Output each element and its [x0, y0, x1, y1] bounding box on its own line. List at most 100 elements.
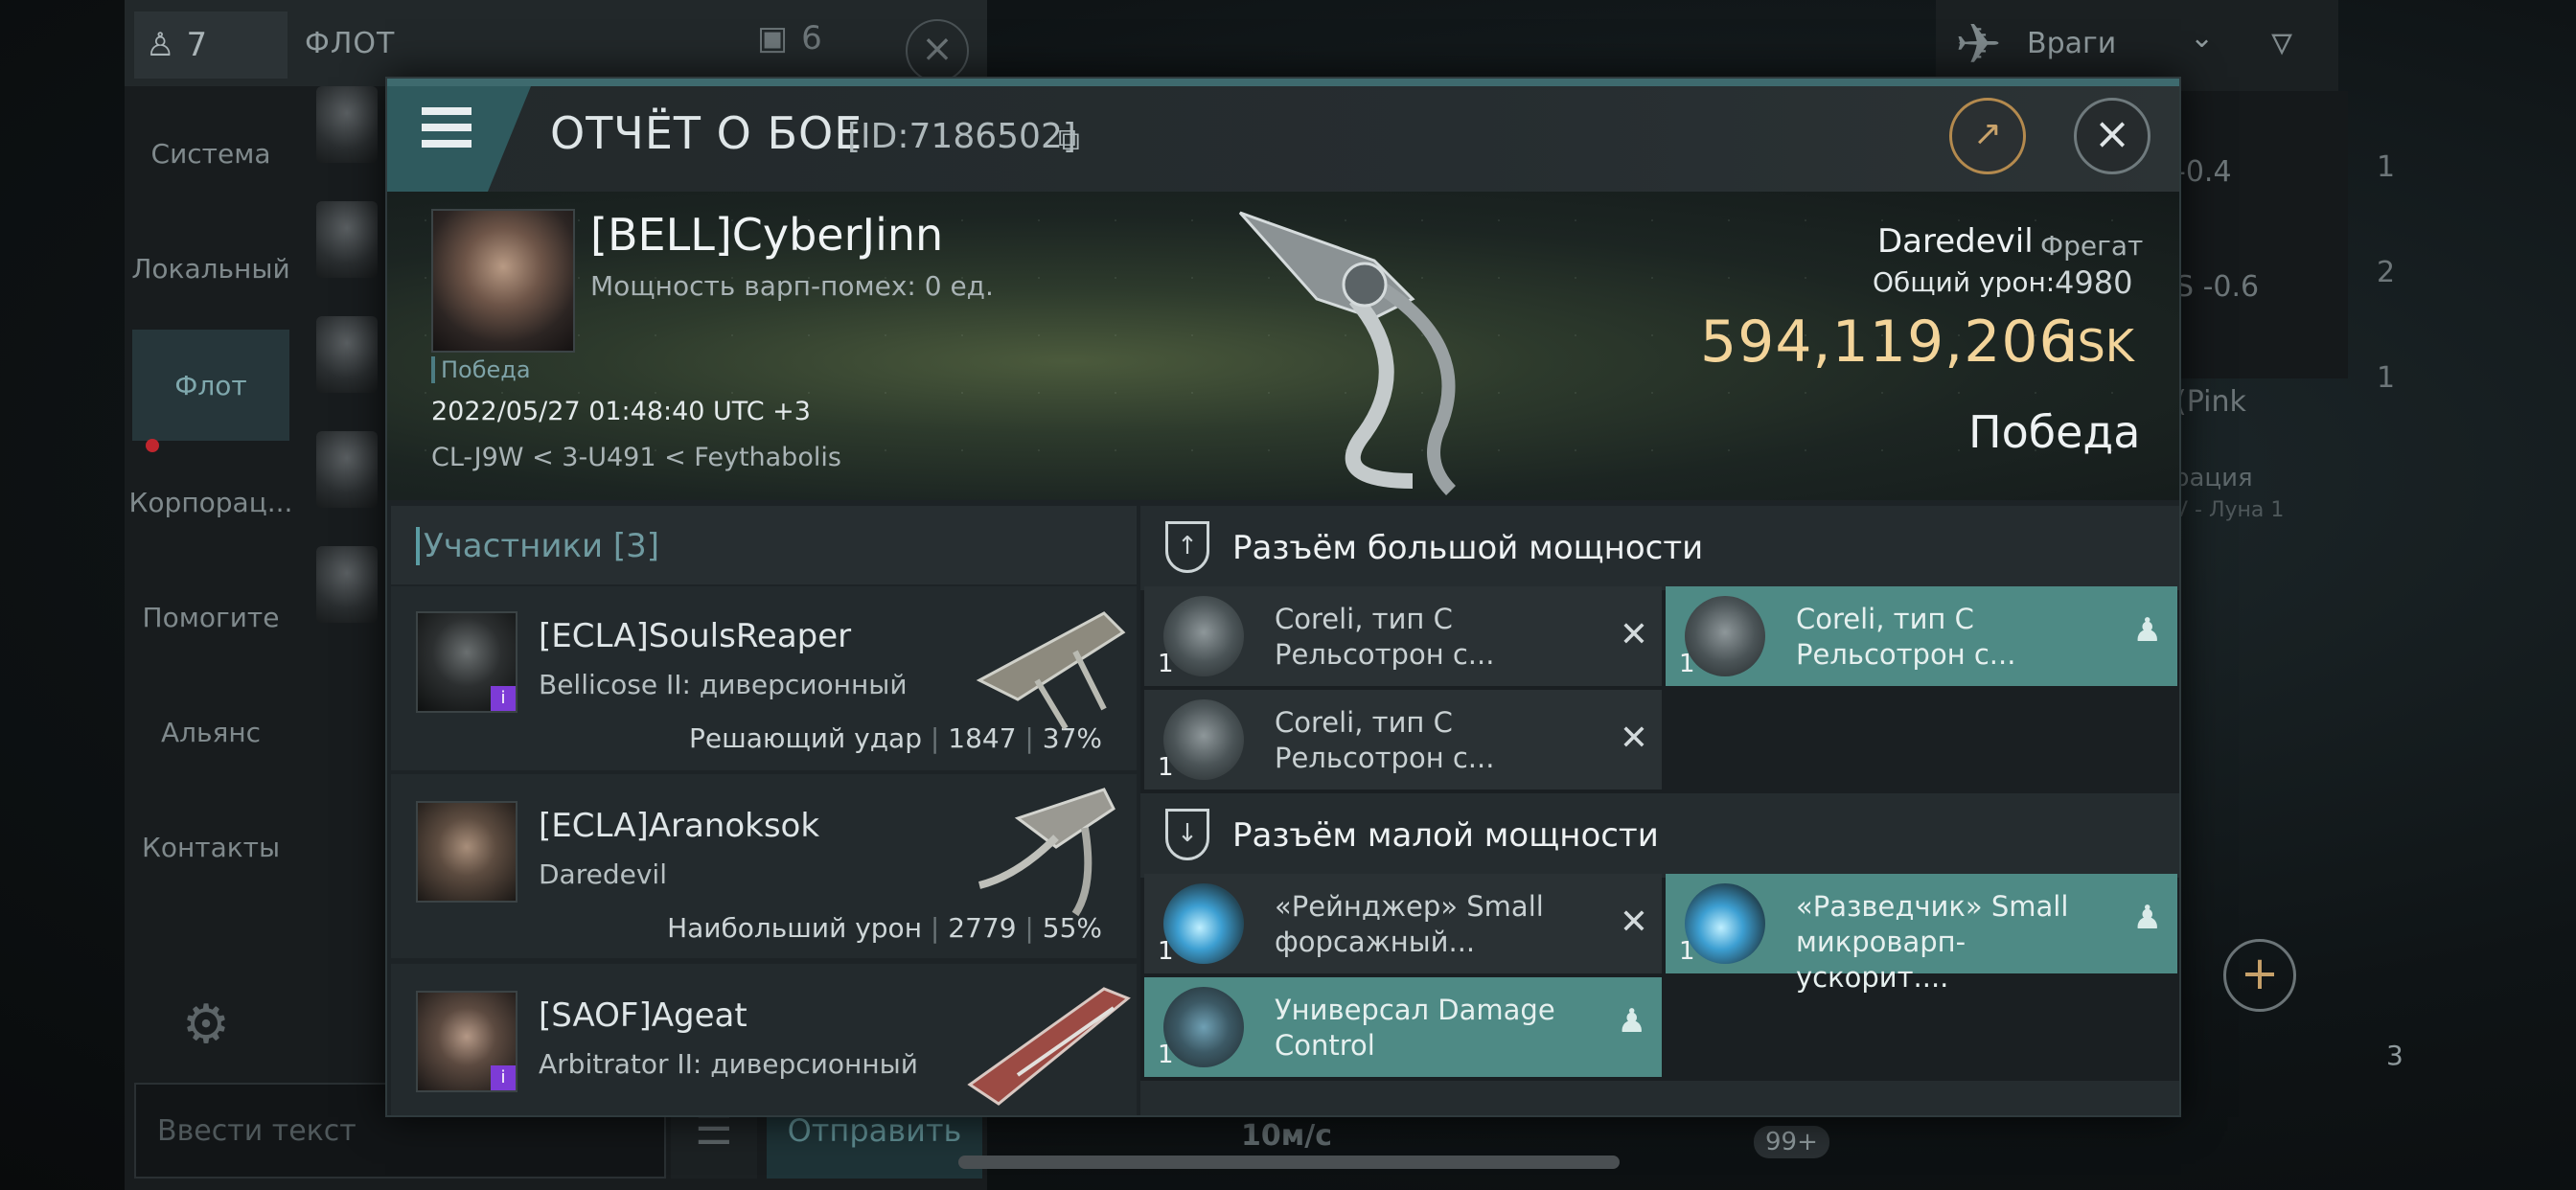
person-icon: ♙	[146, 26, 175, 64]
notification-dot	[146, 439, 159, 452]
tool-count[interactable]: 1	[2377, 326, 2434, 431]
info-icon: i	[491, 686, 516, 711]
total-damage-label: Общий урон:	[1873, 266, 2056, 298]
ship-name[interactable]: Daredevil	[1877, 222, 2034, 261]
filter-icon[interactable]: ▿	[2271, 17, 2292, 66]
result-tag: Победа	[431, 356, 531, 383]
tool-count[interactable]: 1	[2377, 115, 2434, 220]
railgun-icon	[1163, 699, 1244, 780]
participant-name[interactable]: [ECLA]SoulsReaper	[539, 617, 851, 655]
ship-class: Фрегат	[2040, 230, 2144, 262]
location-sub: V - Луна 1	[2174, 498, 2285, 522]
chevron-down-icon[interactable]: ⌄	[2190, 21, 2214, 55]
tab-local[interactable]: Локальный	[131, 211, 289, 326]
damage-control-icon	[1163, 987, 1244, 1067]
chat-close-button[interactable]: ×	[906, 19, 969, 82]
result-label: Победа	[1968, 406, 2141, 458]
overview-value: S -0.6	[2175, 270, 2260, 304]
chat-channel-tabs: Система Локальный Флот Корпорац... Помог…	[129, 96, 293, 904]
railgun-icon	[1685, 596, 1765, 676]
module-tile[interactable]: 1 «Рейнджер» Small форсажный... ✕	[1144, 874, 1662, 973]
speed-readout: 10м/с	[1241, 1119, 1333, 1153]
module-name: Coreli, тип C Рельсотрон с...	[1275, 706, 1495, 774]
chat-avatars	[316, 86, 383, 661]
participant-ship-render	[976, 611, 1126, 730]
module-quantity: 1	[1158, 650, 1174, 678]
total-damage-value: 4980	[2055, 264, 2133, 301]
tab-help[interactable]: Помогите	[132, 560, 289, 675]
overview-values: -0.4 S -0.6 (Pink	[2175, 115, 2259, 460]
participants-accent	[416, 527, 420, 565]
module-tile[interactable]: 1 Coreli, тип C Рельсотрон с... ♟	[1666, 586, 2177, 686]
module-quantity: 1	[1158, 753, 1174, 782]
module-tile[interactable]: 1 «Разведчик» Small микроварп-ускорит...…	[1666, 874, 2177, 994]
low-slot-icon: ↓	[1165, 809, 1209, 860]
avatar[interactable]	[316, 201, 378, 278]
module-name: Универсал Damage Control	[1275, 994, 1555, 1062]
destroyed-icon: ✕	[1619, 719, 1648, 758]
module-name: «Рейнджер» Small форсажный...	[1275, 890, 1544, 958]
participant-ship: Daredevil	[539, 858, 667, 890]
high-slot-title: Разъём большой мощности	[1232, 529, 1704, 567]
avatar[interactable]	[316, 316, 378, 393]
participant-ship-render	[978, 788, 1116, 917]
chat-unread-count[interactable]: ▣ 6	[757, 19, 822, 57]
close-button[interactable]: ×	[2074, 98, 2150, 174]
module-tile[interactable]: 1 Coreli, тип C Рельсотрон с... ✕	[1144, 690, 1662, 790]
tab-contacts[interactable]: Контакты	[132, 790, 289, 904]
right-tool-counts: 1 2 1	[2377, 115, 2434, 431]
hamburger-icon[interactable]	[422, 107, 472, 149]
tab-alliance[interactable]: Альянс	[132, 675, 289, 790]
module-quantity: 1	[1158, 937, 1174, 966]
add-icon[interactable]: +	[2223, 939, 2296, 1012]
module-name: Coreli, тип C Рельсотрон с...	[1796, 603, 2016, 671]
tab-fleet[interactable]: Флот	[132, 330, 289, 441]
railgun-icon	[1163, 596, 1244, 676]
avatar[interactable]	[316, 86, 378, 163]
module-name: Coreli, тип C Рельсотрон с...	[1275, 603, 1495, 671]
module-quantity: 1	[1158, 1041, 1174, 1069]
participant-ship: Bellicose II: диверсионный	[539, 669, 908, 700]
dropped-person-icon: ♟	[2132, 899, 2162, 937]
report-id: [ID:7186502]	[847, 117, 1076, 156]
low-slot-title: Разъём малой мощности	[1232, 816, 1659, 855]
module-name: «Разведчик» Small микроварп-ускорит....	[1796, 890, 2069, 994]
module-tile[interactable]: 1 Coreli, тип C Рельсотрон с... ✕	[1144, 586, 1662, 686]
home-indicator[interactable]	[958, 1156, 1620, 1169]
tab-corporation[interactable]: Корпорац...	[129, 445, 293, 560]
stat-label: Решающий удар	[689, 722, 922, 754]
pilot-portrait[interactable]	[431, 209, 575, 353]
count-badge: 99+	[1754, 1126, 1829, 1158]
destroyed-icon: ✕	[1619, 615, 1648, 654]
avatar[interactable]	[316, 431, 378, 508]
info-icon: i	[491, 1065, 516, 1090]
location-path: CL-J9W < 3-U491 < Feythabolis	[431, 443, 841, 472]
overview-value: -0.4	[2175, 155, 2232, 189]
high-slot-icon: ↑	[1165, 521, 1209, 573]
member-count[interactable]: ♙ 7	[134, 11, 288, 79]
turret-count: 3	[2386, 1040, 2404, 1071]
module-tile[interactable]: 1 Универсал Damage Control ♟	[1144, 977, 1662, 1077]
chat-bubble-icon: ▣	[757, 19, 789, 57]
ship-silhouette-icon: ✈	[1955, 11, 2002, 77]
pilot-name[interactable]: [BELL]CyberJinn	[590, 209, 943, 261]
overview-filter-label[interactable]: Враги	[2027, 27, 2116, 60]
isk-unit: ISK	[2064, 320, 2134, 372]
tool-count[interactable]: 2	[2377, 220, 2434, 326]
timestamp: 2022/05/27 01:48:40 UTC +3	[431, 397, 811, 426]
participant-portrait[interactable]	[416, 801, 518, 903]
participant-name[interactable]: [ECLA]Aranoksok	[539, 807, 819, 845]
close-icon: ×	[2093, 107, 2131, 159]
avatar[interactable]	[316, 546, 378, 623]
warp-strength: Мощность варп-помех: 0 ед.	[590, 270, 994, 302]
copy-icon[interactable]: ⧉	[1058, 121, 1080, 158]
microwarpdrive-icon	[1685, 883, 1765, 964]
isk-value: 594,119,206	[1700, 309, 2077, 376]
modal-accent-line	[387, 79, 2179, 86]
participant-name[interactable]: [SAOF]Ageat	[539, 996, 748, 1035]
gear-icon[interactable]: ⚙	[172, 992, 240, 1059]
location-note: рация	[2174, 464, 2253, 492]
share-button[interactable]: ↗	[1949, 98, 2026, 174]
tab-system[interactable]: Система	[132, 96, 289, 211]
chat-channel-title: ФЛОТ	[305, 27, 396, 60]
